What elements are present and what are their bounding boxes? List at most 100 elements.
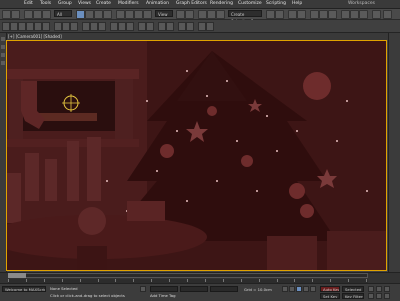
go-to-start-icon[interactable] bbox=[282, 286, 288, 292]
redo-icon[interactable] bbox=[11, 10, 20, 19]
ribbon-quickslice-icon[interactable] bbox=[70, 22, 78, 31]
next-frame-icon[interactable] bbox=[303, 286, 309, 292]
viewport-label[interactable]: [+] [Camera001] [Shaded] bbox=[8, 34, 62, 39]
selection-filter-dropdown[interactable]: All bbox=[54, 10, 72, 17]
render-production-icon[interactable] bbox=[359, 10, 368, 19]
ribbon-weld-icon[interactable] bbox=[126, 22, 134, 31]
select-by-name-icon[interactable] bbox=[85, 10, 94, 19]
x-coordinate-field[interactable] bbox=[150, 286, 178, 292]
add-time-tag[interactable]: Add Time Tag bbox=[150, 293, 175, 298]
window-crossing-icon[interactable] bbox=[103, 10, 112, 19]
gift-box bbox=[267, 236, 317, 270]
schematic-view-icon[interactable] bbox=[319, 10, 328, 19]
rectangular-selection-icon[interactable] bbox=[94, 10, 103, 19]
pivot-center-icon[interactable] bbox=[176, 10, 185, 19]
rotate-icon[interactable] bbox=[125, 10, 134, 19]
menu-graph-editors[interactable]: Graph Editors bbox=[176, 1, 207, 6]
menu-group[interactable]: Group bbox=[58, 1, 72, 6]
play-icon[interactable] bbox=[296, 286, 302, 292]
ribbon-swift-loop-icon[interactable] bbox=[54, 22, 62, 31]
layer-explorer-icon[interactable] bbox=[297, 10, 306, 19]
place-icon[interactable] bbox=[143, 10, 152, 19]
menu-help[interactable]: Help bbox=[292, 1, 302, 6]
ribbon-smooth-icon[interactable] bbox=[138, 22, 146, 31]
named-selection-set-dropdown[interactable]: Create Selection Se bbox=[228, 10, 262, 24]
camera-viewport[interactable] bbox=[6, 40, 387, 271]
undo-icon[interactable] bbox=[2, 10, 11, 19]
y-coordinate-field[interactable] bbox=[180, 286, 208, 292]
mirror-icon[interactable] bbox=[266, 10, 275, 19]
field-of-view-icon[interactable] bbox=[368, 293, 374, 299]
workspaces-label[interactable]: Workspaces bbox=[348, 1, 375, 6]
ribbon-brush-icon[interactable] bbox=[186, 22, 194, 31]
ribbon-bevel-icon[interactable] bbox=[90, 22, 98, 31]
scene-explorer-icon[interactable] bbox=[288, 10, 297, 19]
selected-dropdown[interactable]: Selected bbox=[342, 286, 364, 292]
menu-modifiers[interactable]: Modifiers bbox=[118, 1, 139, 6]
ribbon-chamfer-icon[interactable] bbox=[110, 22, 118, 31]
strip-rotate-icon[interactable] bbox=[1, 53, 5, 57]
maxscript-listener[interactable]: Welcome to MAXScript bbox=[2, 286, 46, 292]
align-icon[interactable] bbox=[275, 10, 284, 19]
strip-select-icon[interactable] bbox=[1, 37, 5, 41]
rendered-frame-window-icon[interactable] bbox=[350, 10, 359, 19]
manipulate-icon[interactable] bbox=[185, 10, 194, 19]
zoom-all-icon[interactable] bbox=[376, 286, 382, 292]
material-editor-icon[interactable] bbox=[328, 10, 337, 19]
scale-icon[interactable] bbox=[134, 10, 143, 19]
menu-scripting[interactable]: Scripting bbox=[266, 1, 286, 6]
move-icon[interactable] bbox=[116, 10, 125, 19]
percent-snap-icon[interactable] bbox=[216, 10, 225, 19]
reference-coordinate-dropdown[interactable]: View bbox=[155, 10, 173, 17]
ribbon-relax-icon[interactable] bbox=[146, 22, 154, 31]
menu-tools[interactable]: Tools bbox=[40, 1, 51, 6]
curve-editor-icon[interactable] bbox=[310, 10, 319, 19]
ribbon-grid-icon[interactable] bbox=[206, 22, 214, 31]
time-slider[interactable]: 0 / 100 bbox=[8, 273, 368, 278]
menu-views[interactable]: Views bbox=[78, 1, 91, 6]
ribbon-border-icon[interactable] bbox=[34, 22, 42, 31]
ribbon-extrude-icon[interactable] bbox=[82, 22, 90, 31]
ribbon-shift-icon[interactable] bbox=[158, 22, 166, 31]
pan-view-icon[interactable] bbox=[376, 293, 382, 299]
set-key-button[interactable]: Set Key bbox=[320, 293, 340, 299]
strip-scale-icon[interactable] bbox=[1, 61, 5, 65]
select-object-icon[interactable] bbox=[76, 10, 85, 19]
snaps-toggle-icon[interactable] bbox=[198, 10, 207, 19]
render-setup-icon[interactable] bbox=[341, 10, 350, 19]
lock-selection-icon[interactable] bbox=[140, 286, 146, 292]
ribbon-paint-icon[interactable] bbox=[178, 22, 186, 31]
prompt-line: Click or click-and-drag to select object… bbox=[50, 293, 125, 298]
menu-animation[interactable]: Animation bbox=[146, 1, 169, 6]
previous-frame-icon[interactable] bbox=[289, 286, 295, 292]
menu-rendering[interactable]: Rendering bbox=[210, 1, 233, 6]
menu-edit[interactable]: Edit bbox=[24, 1, 33, 6]
zoom-icon[interactable] bbox=[368, 286, 374, 292]
unlink-icon[interactable] bbox=[33, 10, 42, 19]
key-filters-button[interactable]: Key Filters... bbox=[342, 293, 364, 299]
angle-snap-icon[interactable] bbox=[207, 10, 216, 19]
a360-icon[interactable] bbox=[383, 10, 392, 19]
ribbon-element-icon[interactable] bbox=[42, 22, 50, 31]
ribbon-connect-icon[interactable] bbox=[118, 22, 126, 31]
menu-create[interactable]: Create bbox=[96, 1, 111, 6]
zoom-extents-icon[interactable] bbox=[384, 286, 390, 292]
ribbon-conform-icon[interactable] bbox=[166, 22, 174, 31]
ribbon-vertex-icon[interactable] bbox=[26, 22, 34, 31]
z-coordinate-field[interactable] bbox=[210, 286, 238, 292]
auto-key-button[interactable]: Auto Key bbox=[320, 286, 340, 292]
render-cloud-icon[interactable] bbox=[372, 10, 381, 19]
orbit-icon[interactable] bbox=[384, 293, 390, 299]
time-slider-thumb[interactable] bbox=[8, 273, 26, 278]
menu-customize[interactable]: Customize bbox=[238, 1, 262, 6]
ribbon-inset-icon[interactable] bbox=[98, 22, 106, 31]
strip-move-icon[interactable] bbox=[1, 45, 5, 49]
ribbon-edge-icon[interactable] bbox=[18, 22, 26, 31]
ribbon-cut-icon[interactable] bbox=[62, 22, 70, 31]
ribbon-polygon-icon[interactable] bbox=[10, 22, 18, 31]
go-to-end-icon[interactable] bbox=[310, 286, 316, 292]
bind-space-warp-icon[interactable] bbox=[42, 10, 51, 19]
ribbon-toggle-icon[interactable] bbox=[2, 22, 10, 31]
link-icon[interactable] bbox=[24, 10, 33, 19]
ribbon-flip-icon[interactable] bbox=[198, 22, 206, 31]
